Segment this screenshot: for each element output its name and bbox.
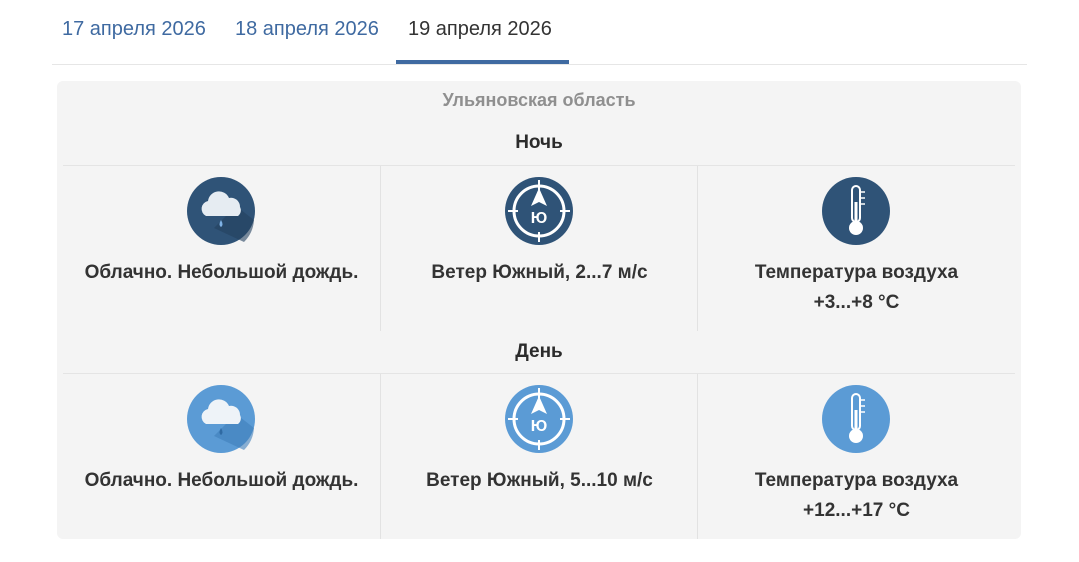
temperature-value: +3...+8 °C [813, 292, 900, 313]
date-tabs: 17 апреля 2026 18 апреля 2026 19 апреля … [52, 0, 1027, 65]
period-title-day: День [515, 341, 563, 362]
compass-south-icon: Ю [505, 177, 573, 245]
tab-date-3[interactable]: 19 апреля 2026 [408, 17, 552, 41]
region-title: Ульяновская область [442, 90, 636, 110]
tab-date-1[interactable]: 17 апреля 2026 [62, 17, 206, 41]
night-weather-cell: Облачно. Небольшой дождь. [63, 166, 380, 331]
thermometer-icon [822, 177, 890, 245]
cloud-rain-icon [187, 385, 255, 453]
compass-south-icon: Ю [505, 385, 573, 453]
svg-text:Ю: Ю [531, 210, 548, 227]
period-title-night: Ночь [515, 132, 563, 153]
svg-text:Ю: Ю [531, 418, 548, 435]
active-tab-indicator [396, 60, 569, 64]
day-wind-cell: Ю Ветер Южный, 5...10 м/с [381, 374, 698, 539]
day-weather-cell: Облачно. Небольшой дождь. [63, 374, 380, 539]
wind-description: Ветер Южный, 2...7 м/с [431, 262, 648, 283]
wind-description: Ветер Южный, 5...10 м/с [426, 470, 653, 491]
weather-description: Облачно. Небольшой дождь. [84, 262, 359, 283]
night-temperature-cell: Температура воздуха +3...+8 °C [698, 166, 1015, 331]
tab-date-2[interactable]: 18 апреля 2026 [235, 17, 379, 41]
forecast-panel: Ульяновская область Ночь Облачно. Неболь… [57, 81, 1021, 539]
night-wind-cell: Ю Ветер Южный, 2...7 м/с [381, 166, 698, 331]
temperature-label: Температура воздуха [754, 262, 959, 283]
temperature-value: +12...+17 °C [803, 500, 910, 521]
temperature-label: Температура воздуха [754, 470, 959, 491]
thermometer-icon [822, 385, 890, 453]
day-temperature-cell: Температура воздуха +12...+17 °C [698, 374, 1015, 539]
cloud-rain-icon [187, 177, 255, 245]
weather-description: Облачно. Небольшой дождь. [84, 470, 359, 491]
